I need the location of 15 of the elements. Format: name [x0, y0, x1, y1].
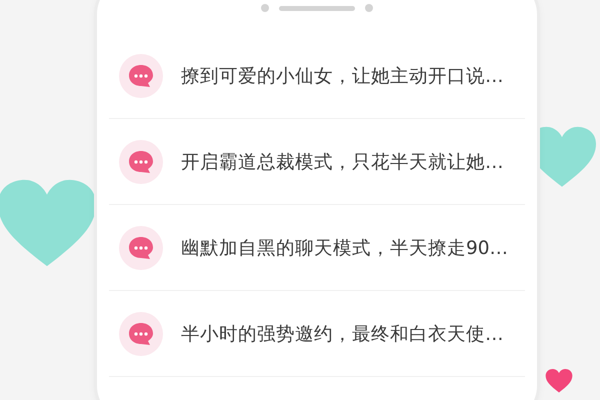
topic-title: 幽默加自黑的聊天模式，半天撩走90… — [181, 237, 508, 260]
sensor-dot — [365, 4, 373, 12]
heart-icon — [545, 369, 573, 393]
camera-dot — [261, 4, 269, 12]
chat-bubble-icon — [117, 138, 165, 186]
chat-topic-item[interactable]: 开启霸道总裁模式，只花半天就让她… — [109, 119, 525, 205]
chat-topic-item[interactable]: 撩到可爱的小仙女，让她主动开口说… — [109, 33, 525, 119]
chat-topic-item[interactable]: 半小时的强势邀约，最终和白衣天使… — [109, 291, 525, 377]
chat-topic-item[interactable]: 幽默加自黑的聊天模式，半天撩走90… — [109, 205, 525, 291]
chat-bubble-icon — [117, 224, 165, 272]
chat-bubble-icon — [117, 310, 165, 358]
chat-bubble-icon — [117, 52, 165, 100]
topic-title: 开启霸道总裁模式，只花半天就让她… — [181, 151, 504, 174]
topic-title: 撩到可爱的小仙女，让她主动开口说… — [181, 65, 504, 88]
topic-title: 半小时的强势邀约，最终和白衣天使… — [181, 323, 504, 346]
